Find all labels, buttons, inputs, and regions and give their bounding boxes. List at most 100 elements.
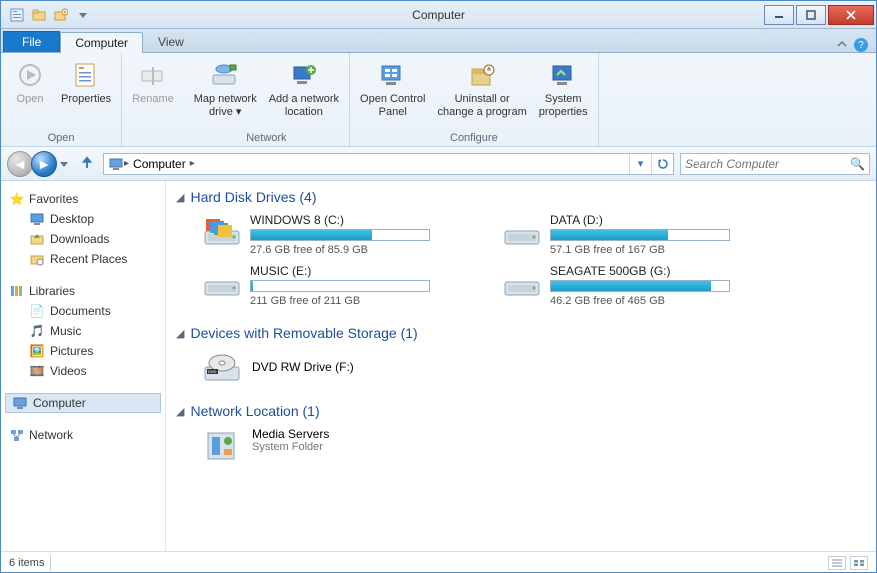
sidebar-item-music[interactable]: 🎵Music (5, 321, 161, 341)
sidebar-item-network[interactable]: Network (5, 425, 161, 445)
section-removable[interactable]: ◢ Devices with Removable Storage (1) (176, 325, 866, 341)
drive-usage-bar (250, 280, 430, 292)
nav-bar: ◄ ► 🠉 ▸ Computer ▸ ▾ 🔍 (1, 147, 876, 181)
downloads-icon (29, 231, 45, 247)
drive-name: MUSIC (E:) (250, 264, 472, 278)
sidebar-item-desktop[interactable]: Desktop (5, 209, 161, 229)
drive-usage-bar (550, 229, 730, 241)
tab-computer[interactable]: Computer (60, 32, 143, 53)
system-properties-button[interactable]: System properties (535, 57, 592, 130)
computer-icon (108, 156, 124, 172)
ribbon-group-open: Open Properties Open (1, 53, 122, 146)
help-icon[interactable]: ? (854, 38, 868, 52)
sidebar-item-pictures[interactable]: 🖼️Pictures (5, 341, 161, 361)
network-location-item[interactable]: Media Servers System Folder (202, 427, 866, 463)
section-network-location[interactable]: ◢ Network Location (1) (176, 403, 866, 419)
uninstall-button[interactable]: Uninstall or change a program (433, 57, 530, 130)
sidebar-item-computer[interactable]: Computer (5, 393, 161, 413)
tab-file[interactable]: File (3, 31, 60, 52)
properties-button[interactable]: Properties (57, 57, 115, 130)
hard-drive-icon (202, 264, 242, 300)
details-view-button[interactable] (828, 556, 846, 570)
dvd-drive-item[interactable]: DVD DVD RW Drive (F:) (202, 349, 866, 385)
up-button[interactable]: 🠉 (77, 154, 97, 174)
documents-icon: 📄 (29, 303, 45, 319)
ribbon-group-configure: Open Control Panel Uninstall or change a… (350, 53, 599, 146)
collapse-ribbon-icon[interactable] (836, 39, 848, 51)
tab-view[interactable]: View (143, 31, 199, 52)
section-hard-disk-drives[interactable]: ◢ Hard Disk Drives (4) (176, 189, 866, 205)
search-input[interactable] (685, 157, 850, 171)
breadcrumb-computer[interactable]: Computer (129, 157, 190, 171)
drive-item[interactable]: SEAGATE 500GB (G:) 46.2 GB free of 465 G… (502, 264, 772, 307)
ribbon-tab-strip: File Computer View ? (1, 29, 876, 53)
rename-icon (137, 59, 169, 91)
open-button[interactable]: Open (7, 57, 53, 130)
refresh-button[interactable] (651, 154, 673, 174)
qat-newfolder-icon[interactable] (51, 5, 71, 25)
address-bar[interactable]: ▸ Computer ▸ ▾ (103, 153, 674, 175)
drive-usage-bar (550, 280, 730, 292)
tiles-view-button[interactable] (850, 556, 868, 570)
drive-usage-bar (250, 229, 430, 241)
window-controls (764, 5, 876, 25)
chevron-right-icon[interactable]: ▸ (190, 158, 195, 169)
content-pane: ◢ Hard Disk Drives (4) WINDOWS 8 (C:) 27… (166, 181, 876, 551)
control-panel-button[interactable]: Open Control Panel (356, 57, 429, 130)
window-title: Computer (412, 8, 465, 22)
search-icon[interactable]: 🔍 (850, 157, 865, 171)
system-properties-icon (547, 59, 579, 91)
forward-button[interactable]: ► (31, 151, 57, 177)
close-button[interactable] (828, 5, 874, 25)
rename-button[interactable]: Rename (128, 57, 178, 130)
collapse-triangle-icon[interactable]: ◢ (176, 405, 184, 418)
add-network-location-button[interactable]: Add a network location (265, 57, 343, 130)
drive-item[interactable]: MUSIC (E:) 211 GB free of 211 GB (202, 264, 472, 307)
drive-item[interactable]: WINDOWS 8 (C:) 27.6 GB free of 85.9 GB (202, 213, 472, 256)
search-box[interactable]: 🔍 (680, 153, 870, 175)
svg-text:DVD: DVD (208, 369, 217, 374)
quick-access-toolbar (1, 5, 93, 25)
hard-drive-icon (202, 213, 242, 249)
qat-dropdown-icon[interactable] (73, 5, 93, 25)
control-panel-icon (377, 59, 409, 91)
sidebar-libraries-header[interactable]: Libraries (5, 281, 161, 301)
address-history-dropdown[interactable]: ▾ (629, 154, 651, 174)
qat-properties-icon[interactable] (7, 5, 27, 25)
videos-icon: 🎞️ (29, 363, 45, 379)
status-bar: 6 items (1, 551, 876, 573)
recent-locations-dropdown[interactable] (57, 160, 71, 168)
star-icon: ⭐ (9, 191, 25, 207)
collapse-triangle-icon[interactable]: ◢ (176, 191, 184, 204)
collapse-triangle-icon[interactable]: ◢ (176, 327, 184, 340)
desktop-icon (29, 211, 45, 227)
ribbon-group-network: Map network drive ▾ Add a network locati… (184, 53, 350, 146)
recent-icon (29, 251, 45, 267)
qat-folder-icon[interactable] (29, 5, 49, 25)
back-button[interactable]: ◄ (7, 151, 33, 177)
sidebar-item-documents[interactable]: 📄Documents (5, 301, 161, 321)
item-count: 6 items (9, 557, 44, 569)
network-icon (9, 427, 25, 443)
ribbon-group-rename: Rename (122, 53, 184, 146)
sidebar-item-downloads[interactable]: Downloads (5, 229, 161, 249)
drive-item[interactable]: DATA (D:) 57.1 GB free of 167 GB (502, 213, 772, 256)
sidebar-favorites-header[interactable]: ⭐Favorites (5, 189, 161, 209)
hard-drive-icon (502, 213, 542, 249)
uninstall-icon (466, 59, 498, 91)
map-network-drive-button[interactable]: Map network drive ▾ (190, 57, 261, 130)
libraries-icon (9, 283, 25, 299)
maximize-button[interactable] (796, 5, 826, 25)
drive-free-text: 27.6 GB free of 85.9 GB (250, 244, 472, 256)
drive-free-text: 57.1 GB free of 167 GB (550, 244, 772, 256)
sidebar-item-recent-places[interactable]: Recent Places (5, 249, 161, 269)
map-drive-icon (209, 59, 241, 91)
minimize-button[interactable] (764, 5, 794, 25)
title-bar: Computer (1, 1, 876, 29)
sidebar-item-videos[interactable]: 🎞️Videos (5, 361, 161, 381)
hard-drive-icon (502, 264, 542, 300)
drive-free-text: 46.2 GB free of 465 GB (550, 295, 772, 307)
properties-icon (70, 59, 102, 91)
drive-free-text: 211 GB free of 211 GB (250, 295, 472, 307)
drive-name: WINDOWS 8 (C:) (250, 213, 472, 227)
